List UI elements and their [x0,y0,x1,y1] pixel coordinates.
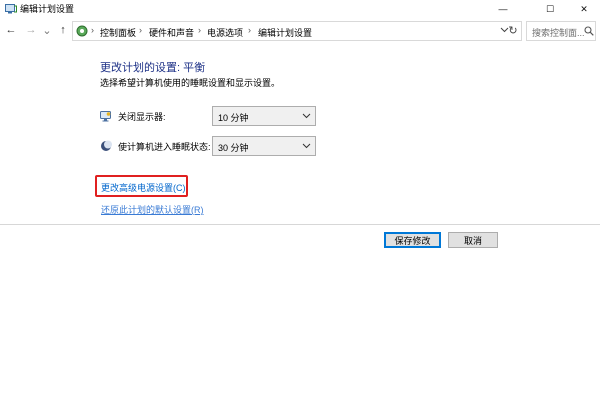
turn-off-display-select[interactable]: 10 分钟 [212,106,316,126]
search-input[interactable]: 搜索控制面... [526,21,596,41]
chevron-down-icon [302,142,311,150]
turn-off-display-label: 关闭显示器: [118,112,166,122]
sleep-row: 使计算机进入睡眠状态: 30 分钟 [100,136,320,156]
minimize-button[interactable]: — [483,0,523,18]
page-description: 选择希望计算机使用的睡眠设置和显示设置。 [100,78,281,88]
highlight-box [95,175,188,197]
breadcrumb-control-panel[interactable]: 控制面板 [100,26,136,39]
cancel-button[interactable]: 取消 [448,232,498,248]
search-placeholder: 搜索控制面... [532,28,585,38]
sleep-value: 30 分钟 [218,143,249,153]
refresh-button[interactable]: ↻ [506,23,520,37]
window-title: 编辑计划设置 [20,4,75,14]
up-button[interactable]: ↑ [56,23,70,37]
breadcrumb-hardware-sound[interactable]: 硬件和声音 [149,26,194,39]
breadcrumb-separator: › [139,25,142,35]
monitor-icon [100,110,112,122]
forward-button[interactable]: → [24,23,38,37]
chevron-down-icon [302,112,311,120]
page-title: 更改计划的设置: 平衡 [100,62,206,74]
sleep-label: 使计算机进入睡眠状态: [118,142,211,152]
sleep-select[interactable]: 30 分钟 [212,136,316,156]
restore-defaults-link[interactable]: 还原此计划的默认设置(R) [101,203,204,216]
control-panel-icon [76,25,88,37]
close-button[interactable]: ✕ [568,0,600,18]
back-button[interactable]: ← [4,23,18,37]
breadcrumb-power-options[interactable]: 电源选项 [207,26,243,39]
breadcrumb-edit-plan[interactable]: 编辑计划设置 [258,26,312,39]
power-options-icon [5,3,17,14]
turn-off-display-row: 关闭显示器: 10 分钟 [100,106,320,126]
breadcrumb-separator: › [248,25,251,35]
maximize-button[interactable]: ☐ [530,0,570,18]
search-icon [584,26,594,36]
breadcrumb-separator: › [198,25,201,35]
address-bar[interactable]: › 控制面板 › 硬件和声音 › 电源选项 › 编辑计划设置 [72,21,522,41]
title-bar: 编辑计划设置 — ☐ ✕ [0,0,600,18]
navigation-bar: ← → ⌄ ↑ › 控制面板 › 硬件和声音 › 电源选项 › 编辑计划设置 ↻… [0,20,600,42]
save-changes-button[interactable]: 保存修改 [384,232,441,248]
recent-locations-button[interactable]: ⌄ [42,23,52,37]
sleep-moon-icon [100,140,112,152]
turn-off-display-value: 10 分钟 [218,113,249,123]
divider [0,224,600,225]
breadcrumb-separator: › [91,25,94,35]
